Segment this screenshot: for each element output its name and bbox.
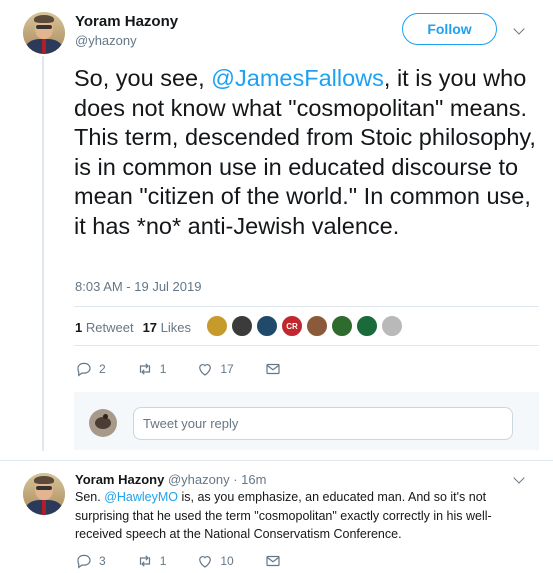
retweet-action[interactable]: 1 (136, 360, 167, 378)
reply-author-name[interactable]: Yoram Hazony (75, 472, 164, 487)
mention-link[interactable]: @JamesFallows (211, 65, 384, 91)
like-action[interactable]: 17 (196, 360, 234, 378)
chevron-down-icon[interactable] (513, 23, 525, 35)
likes-stat[interactable]: 17 Likes (143, 320, 191, 335)
follow-button[interactable]: Follow (402, 13, 497, 45)
dm-action[interactable] (264, 360, 282, 378)
reply-author-handle[interactable]: @yhazony (168, 472, 230, 487)
retweet-count: 1 (159, 362, 167, 376)
liker-avatar[interactable]: CR (281, 315, 303, 337)
reply-author-avatar[interactable] (23, 473, 65, 515)
like-action[interactable]: 10 (196, 552, 234, 570)
liker-avatar[interactable] (231, 315, 253, 337)
reply-icon (77, 362, 91, 377)
retweet-action[interactable]: 1 (136, 552, 167, 570)
liker-avatar[interactable] (331, 315, 353, 337)
user-avatar (89, 409, 117, 437)
tweet-actions: 2 1 17 (75, 360, 312, 378)
author-handle[interactable]: @yhazony (75, 33, 137, 48)
tweet-text: So, you see, @JamesFallows, it is you wh… (74, 65, 536, 239)
like-count: 10 (220, 554, 234, 568)
liker-avatar[interactable] (206, 315, 228, 337)
reply-time[interactable]: · 16m (233, 472, 266, 487)
liker-avatar[interactable] (306, 315, 328, 337)
reply-header: Yoram Hazony @yhazony · 16m (75, 472, 266, 487)
tweet-timestamp[interactable]: 8:03 AM - 19 Jul 2019 (75, 279, 201, 294)
reply-icon (77, 554, 91, 569)
retweet-icon (139, 555, 150, 567)
reply-action[interactable]: 3 (75, 552, 106, 570)
message-icon (266, 555, 280, 567)
divider (74, 306, 539, 307)
heart-icon (199, 556, 212, 568)
reply-count: 3 (99, 554, 106, 568)
author-avatar[interactable] (23, 12, 65, 54)
tweet-stats: 1 Retweet 17 Likes (75, 320, 191, 335)
mention-link[interactable]: @HawleyMO (104, 490, 178, 504)
liker-avatar[interactable] (356, 315, 378, 337)
heart-icon (199, 364, 212, 376)
retweet-icon (139, 363, 150, 375)
liker-avatar[interactable] (256, 315, 278, 337)
reply-action[interactable]: 2 (75, 360, 106, 378)
message-icon (266, 363, 280, 375)
reply-tweet-text: Sen. @HawleyMO is, as you emphasize, an … (75, 490, 492, 541)
like-count: 17 (220, 362, 234, 376)
divider (74, 345, 539, 346)
reply-input[interactable]: Tweet your reply (133, 407, 513, 440)
chevron-down-icon[interactable] (513, 472, 525, 484)
likers-avatars: CR (206, 315, 403, 337)
reply-tweet-actions: 3 1 10 (75, 552, 312, 570)
reply-count: 2 (99, 362, 106, 376)
author-name[interactable]: Yoram Hazony (75, 13, 178, 30)
retweet-count: 1 (159, 554, 167, 568)
dm-action[interactable] (264, 552, 282, 570)
retweet-stat[interactable]: 1 Retweet (75, 320, 134, 335)
divider (0, 460, 553, 461)
liker-avatar[interactable] (381, 315, 403, 337)
thread-line (42, 56, 44, 451)
